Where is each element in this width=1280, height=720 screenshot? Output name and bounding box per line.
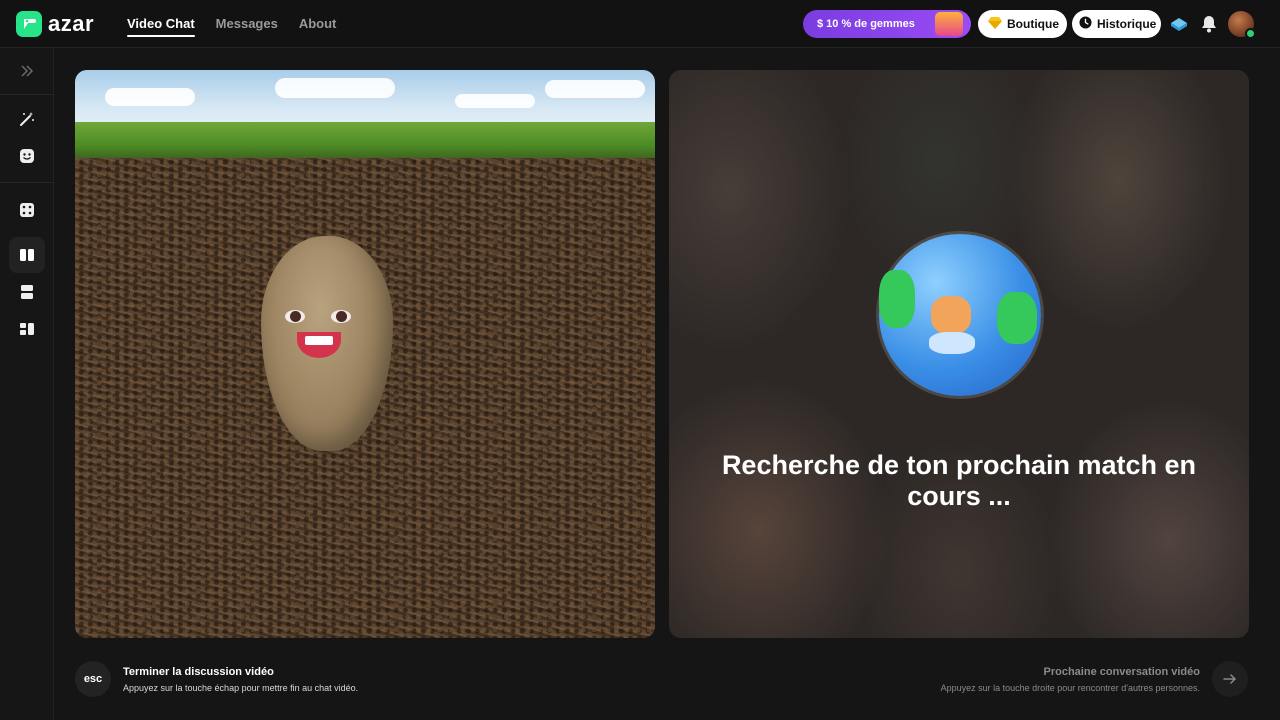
- online-status-dot: [1245, 28, 1256, 39]
- bell-icon[interactable]: [1198, 13, 1220, 35]
- gem-stack-icon[interactable]: [1168, 13, 1190, 35]
- end-chat-title: Terminer la discussion vidéo: [123, 666, 274, 678]
- end-chat-esc-button[interactable]: esc: [75, 661, 111, 697]
- continent-center: [931, 296, 971, 334]
- continent-right: [997, 292, 1037, 344]
- azar-logo-icon: [16, 11, 42, 37]
- magic-wand-icon[interactable]: [9, 101, 45, 137]
- historique-label: Historique: [1097, 17, 1157, 31]
- partner-video-panel: Recherche de ton prochain match en cours…: [669, 70, 1249, 638]
- continent-left: [879, 270, 915, 328]
- nav-messages[interactable]: Messages: [216, 0, 278, 48]
- grass-strip: [75, 122, 655, 162]
- sidebar-divider: [0, 94, 54, 95]
- boutique-label: Boutique: [1007, 17, 1059, 31]
- gems-promo-button[interactable]: $ 10 % de gemmes: [803, 10, 971, 38]
- layout-stacked-icon[interactable]: [9, 274, 45, 310]
- globe-icon: [879, 234, 1041, 396]
- dice-icon[interactable]: [9, 192, 45, 228]
- self-video-panel: [75, 70, 655, 638]
- treasure-chest-icon: [935, 12, 963, 36]
- sidebar: [0, 48, 54, 720]
- search-status-text: Recherche de ton prochain match en cours…: [721, 450, 1197, 511]
- gem-icon: [988, 16, 1002, 32]
- face-filter-icon[interactable]: [9, 138, 45, 174]
- logo-wordmark: azar: [48, 11, 95, 36]
- top-navigation-bar: azar Video Chat Messages About $ 10 % de…: [0, 0, 1280, 48]
- expand-chevrons-icon[interactable]: [9, 53, 45, 89]
- arrow-right-icon: [1223, 674, 1237, 684]
- main-nav: Video Chat Messages About: [127, 0, 336, 48]
- azar-logo[interactable]: azar: [16, 11, 94, 37]
- nav-video-chat[interactable]: Video Chat: [127, 0, 195, 48]
- end-chat-hint: Appuyez sur la touche échap pour mettre …: [123, 683, 359, 693]
- clock-icon: [1079, 16, 1092, 32]
- historique-button[interactable]: Historique: [1072, 10, 1161, 38]
- sidebar-divider: [0, 182, 54, 183]
- potato-right-eye: [331, 310, 351, 323]
- potato-left-eye: [285, 310, 305, 323]
- promo-label: $ 10 % de gemmes: [817, 18, 915, 30]
- next-chat-title: Prochaine conversation vidéo: [1043, 666, 1201, 678]
- avatar[interactable]: [1228, 11, 1256, 39]
- layout-grid-icon[interactable]: [9, 311, 45, 347]
- nav-about[interactable]: About: [299, 0, 337, 48]
- cloud-on-globe: [929, 332, 975, 354]
- layout-side-by-side-icon[interactable]: [9, 237, 45, 273]
- next-chat-hint: Appuyez sur la touche droite pour rencon…: [940, 683, 1200, 693]
- boutique-button[interactable]: Boutique: [978, 10, 1067, 38]
- next-chat-arrow-button[interactable]: [1212, 661, 1248, 697]
- potato-mouth: [297, 332, 341, 358]
